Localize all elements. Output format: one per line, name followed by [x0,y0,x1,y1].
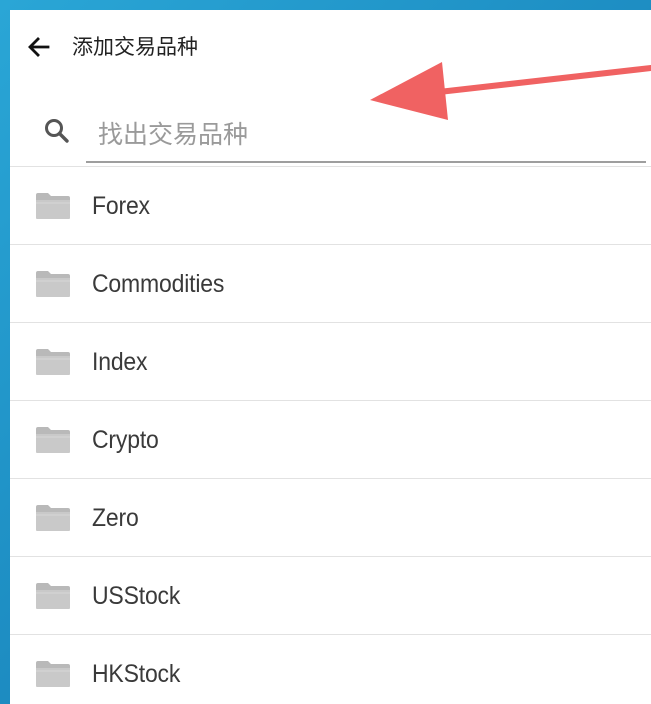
list-item-label: Forex [92,192,150,220]
folder-icon [36,505,70,531]
folder-icon [36,583,70,609]
folder-icon [36,349,70,375]
list-item-label: Index [92,348,148,376]
list-item-label: Commodities [92,270,225,298]
list-item[interactable]: Crypto [10,401,651,479]
search-input[interactable] [86,109,646,159]
folder-icon [36,193,70,219]
list-item[interactable]: Forex [10,167,651,245]
back-button[interactable] [24,32,54,62]
search-underline [86,161,646,163]
app-bar: 添加交易品种 [10,10,651,82]
page-title: 添加交易品种 [72,35,198,59]
symbol-folder-list: Forex Commodities Index Crypto Zero USStock HK… [10,167,651,704]
folder-icon [36,661,70,687]
folder-icon [36,271,70,297]
list-item[interactable]: HKStock [10,635,651,704]
list-item-label: USStock [92,582,181,610]
search-icon [45,119,69,143]
list-item-label: Crypto [92,426,159,454]
add-symbol-screen: 添加交易品种 Forex Commodities Index Crypto Zero US… [10,10,651,704]
list-item[interactable]: Zero [10,479,651,557]
arrow-left-icon [28,37,50,57]
list-item-label: HKStock [92,660,181,688]
list-item[interactable]: Commodities [10,245,651,323]
folder-icon [36,427,70,453]
list-item[interactable]: Index [10,323,651,401]
list-item[interactable]: USStock [10,557,651,635]
list-item-label: Zero [92,504,139,532]
